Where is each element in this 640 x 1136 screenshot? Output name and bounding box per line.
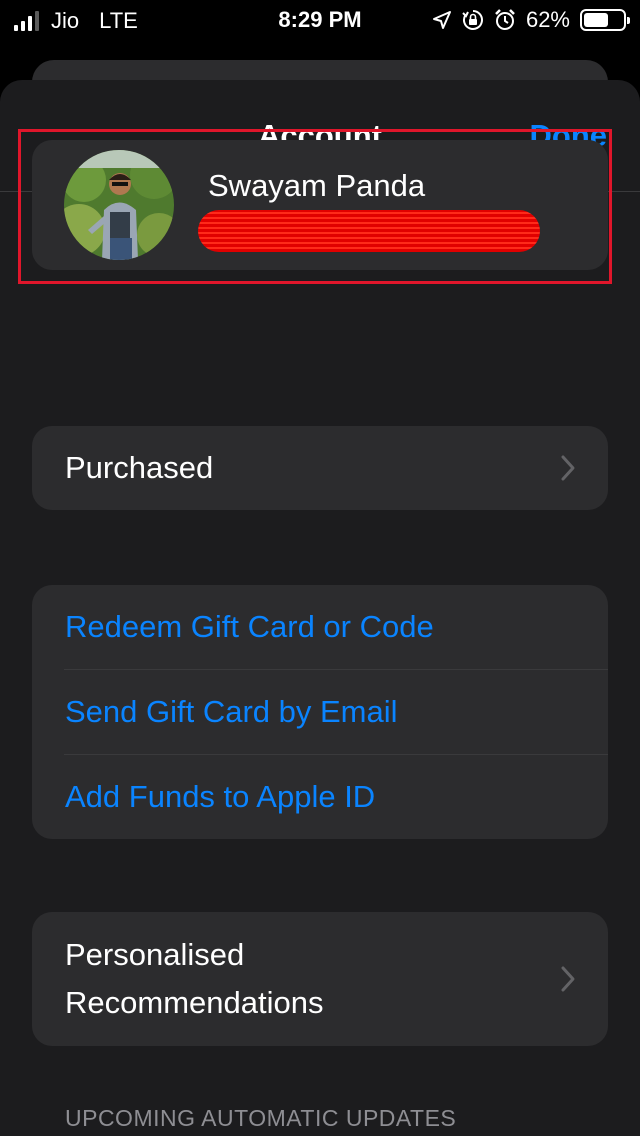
profile-name: Swayam Panda [208, 168, 426, 203]
location-icon [432, 11, 451, 29]
add-funds-row[interactable]: Add Funds to Apple ID [32, 755, 608, 839]
personalised-recommendations-row[interactable]: Personalised Recommendations [32, 912, 608, 1046]
personalised-label: Personalised Recommendations [65, 931, 323, 1027]
profile-card[interactable]: Swayam Panda [32, 140, 608, 270]
battery-percentage: 62% [525, 7, 570, 32]
send-gift-card-label: Send Gift Card by Email [65, 694, 398, 729]
chevron-right-icon [561, 455, 575, 481]
chevron-right-icon [561, 966, 575, 992]
battery-icon [580, 9, 630, 31]
status-bar-right: 62% [432, 7, 630, 33]
purchased-group: Purchased [32, 426, 608, 510]
avatar [64, 150, 174, 260]
redeem-gift-card-row[interactable]: Redeem Gift Card or Code [32, 585, 608, 669]
rotation-lock-icon [462, 10, 483, 30]
alarm-icon [495, 9, 515, 30]
redeem-gift-card-label: Redeem Gift Card or Code [65, 609, 434, 644]
purchased-row[interactable]: Purchased [32, 426, 608, 510]
gift-card-group: Redeem Gift Card or Code Send Gift Card … [32, 585, 608, 839]
upcoming-updates-header: UPCOMING AUTOMATIC UPDATES [65, 1105, 457, 1131]
personalised-group: Personalised Recommendations [32, 912, 608, 1046]
battery-fill [584, 13, 608, 27]
redacted-email-scribble [198, 210, 540, 252]
status-bar: Jio LTE 8:29 PM 62% [0, 0, 640, 40]
purchased-label: Purchased [65, 450, 214, 485]
send-gift-card-row[interactable]: Send Gift Card by Email [32, 670, 608, 754]
add-funds-label: Add Funds to Apple ID [65, 779, 376, 814]
personalised-label-line1: Personalised [65, 937, 245, 972]
personalised-label-line2: Recommendations [65, 985, 324, 1020]
